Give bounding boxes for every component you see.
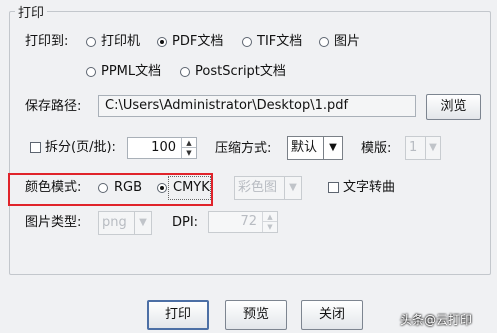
split-checkbox[interactable]: 拆分(页/批): xyxy=(30,139,125,157)
radio-icon xyxy=(180,67,190,77)
chevron-down-icon: ▼ xyxy=(425,137,440,159)
radio-image[interactable]: 图片 xyxy=(319,33,365,51)
radio-icon xyxy=(319,37,329,47)
radio-pdf[interactable]: PDF文档 xyxy=(157,33,232,51)
template-value: 1 xyxy=(409,140,418,155)
image-type-label: 图片类型: xyxy=(25,215,82,230)
save-path-input[interactable]: C:\Users\Administrator\Desktop\1.pdf xyxy=(98,95,416,117)
color-select-value: 彩色图 xyxy=(238,180,278,195)
dpi-value: 72 xyxy=(240,214,257,229)
radio-postscript-label: PostScript文档 xyxy=(195,64,286,79)
radio-cmyk[interactable]: CMYK xyxy=(157,179,213,197)
dpi-label: DPI: xyxy=(172,215,199,230)
checkbox-icon xyxy=(30,142,41,153)
color-mode-label: 颜色模式: xyxy=(25,180,82,195)
radio-icon xyxy=(242,37,252,47)
dpi-spinner[interactable]: 72 ▲ ▼ xyxy=(208,211,278,233)
radio-ppml-label: PPML文档 xyxy=(101,64,162,79)
radio-ppml[interactable]: PPML文档 xyxy=(86,63,168,81)
chevron-down-icon: ▼ xyxy=(134,212,151,234)
split-label: 拆分(页/批): xyxy=(45,140,116,155)
radio-rgb[interactable]: RGB xyxy=(98,179,148,197)
chevron-down-icon: ▼ xyxy=(284,177,301,199)
compression-label: 压缩方式: xyxy=(215,141,272,156)
radio-image-label: 图片 xyxy=(334,34,361,49)
compression-value: 默认 xyxy=(291,140,318,155)
radio-cmyk-label: CMYK xyxy=(173,180,210,195)
radio-printer[interactable]: 打印机 xyxy=(86,33,148,51)
text-to-curve-label: 文字转曲 xyxy=(343,180,396,195)
browse-button[interactable]: 浏览 xyxy=(426,94,481,120)
radio-selected-icon xyxy=(157,37,167,47)
radio-tif-label: TIF文档 xyxy=(257,34,303,49)
print-button[interactable]: 打印 xyxy=(147,300,209,330)
split-value: 100 xyxy=(151,140,176,155)
group-title: 打印 xyxy=(15,2,48,21)
spin-up-icon[interactable]: ▲ xyxy=(182,138,196,148)
watermark: 头条@云打印 xyxy=(400,313,473,327)
radio-icon xyxy=(98,183,108,193)
template-label: 模版: xyxy=(361,141,392,156)
radio-icon xyxy=(86,37,96,47)
spin-up-icon[interactable]: ▲ xyxy=(263,212,277,222)
print-to-label: 打印到: xyxy=(25,34,69,49)
image-type-select[interactable]: png ▼ xyxy=(98,211,152,235)
text-to-curve-checkbox[interactable]: 文字转曲 xyxy=(328,179,408,197)
color-select[interactable]: 彩色图 ▼ xyxy=(234,176,302,200)
radio-selected-icon xyxy=(157,183,167,193)
split-spinner[interactable]: 100 ▲ ▼ xyxy=(127,137,197,159)
radio-printer-label: 打印机 xyxy=(101,34,141,49)
radio-tif[interactable]: TIF文档 xyxy=(242,33,312,51)
close-button[interactable]: 关闭 xyxy=(301,300,363,330)
spin-down-icon[interactable]: ▼ xyxy=(182,148,196,158)
radio-pdf-label: PDF文档 xyxy=(172,34,224,49)
image-type-value: png xyxy=(102,215,127,230)
radio-rgb-label: RGB xyxy=(114,180,143,195)
save-path-label: 保存路径: xyxy=(25,99,82,114)
radio-icon xyxy=(86,67,96,77)
spinner-buttons[interactable]: ▲ ▼ xyxy=(262,212,277,232)
checkbox-icon xyxy=(328,182,339,193)
preview-button[interactable]: 预览 xyxy=(225,300,287,330)
spinner-buttons[interactable]: ▲ ▼ xyxy=(181,138,196,158)
template-select[interactable]: 1 ▼ xyxy=(405,136,441,160)
compression-select[interactable]: 默认 ▼ xyxy=(287,136,343,160)
radio-postscript[interactable]: PostScript文档 xyxy=(180,63,292,81)
spin-down-icon[interactable]: ▼ xyxy=(263,222,277,232)
chevron-down-icon: ▼ xyxy=(323,137,342,159)
